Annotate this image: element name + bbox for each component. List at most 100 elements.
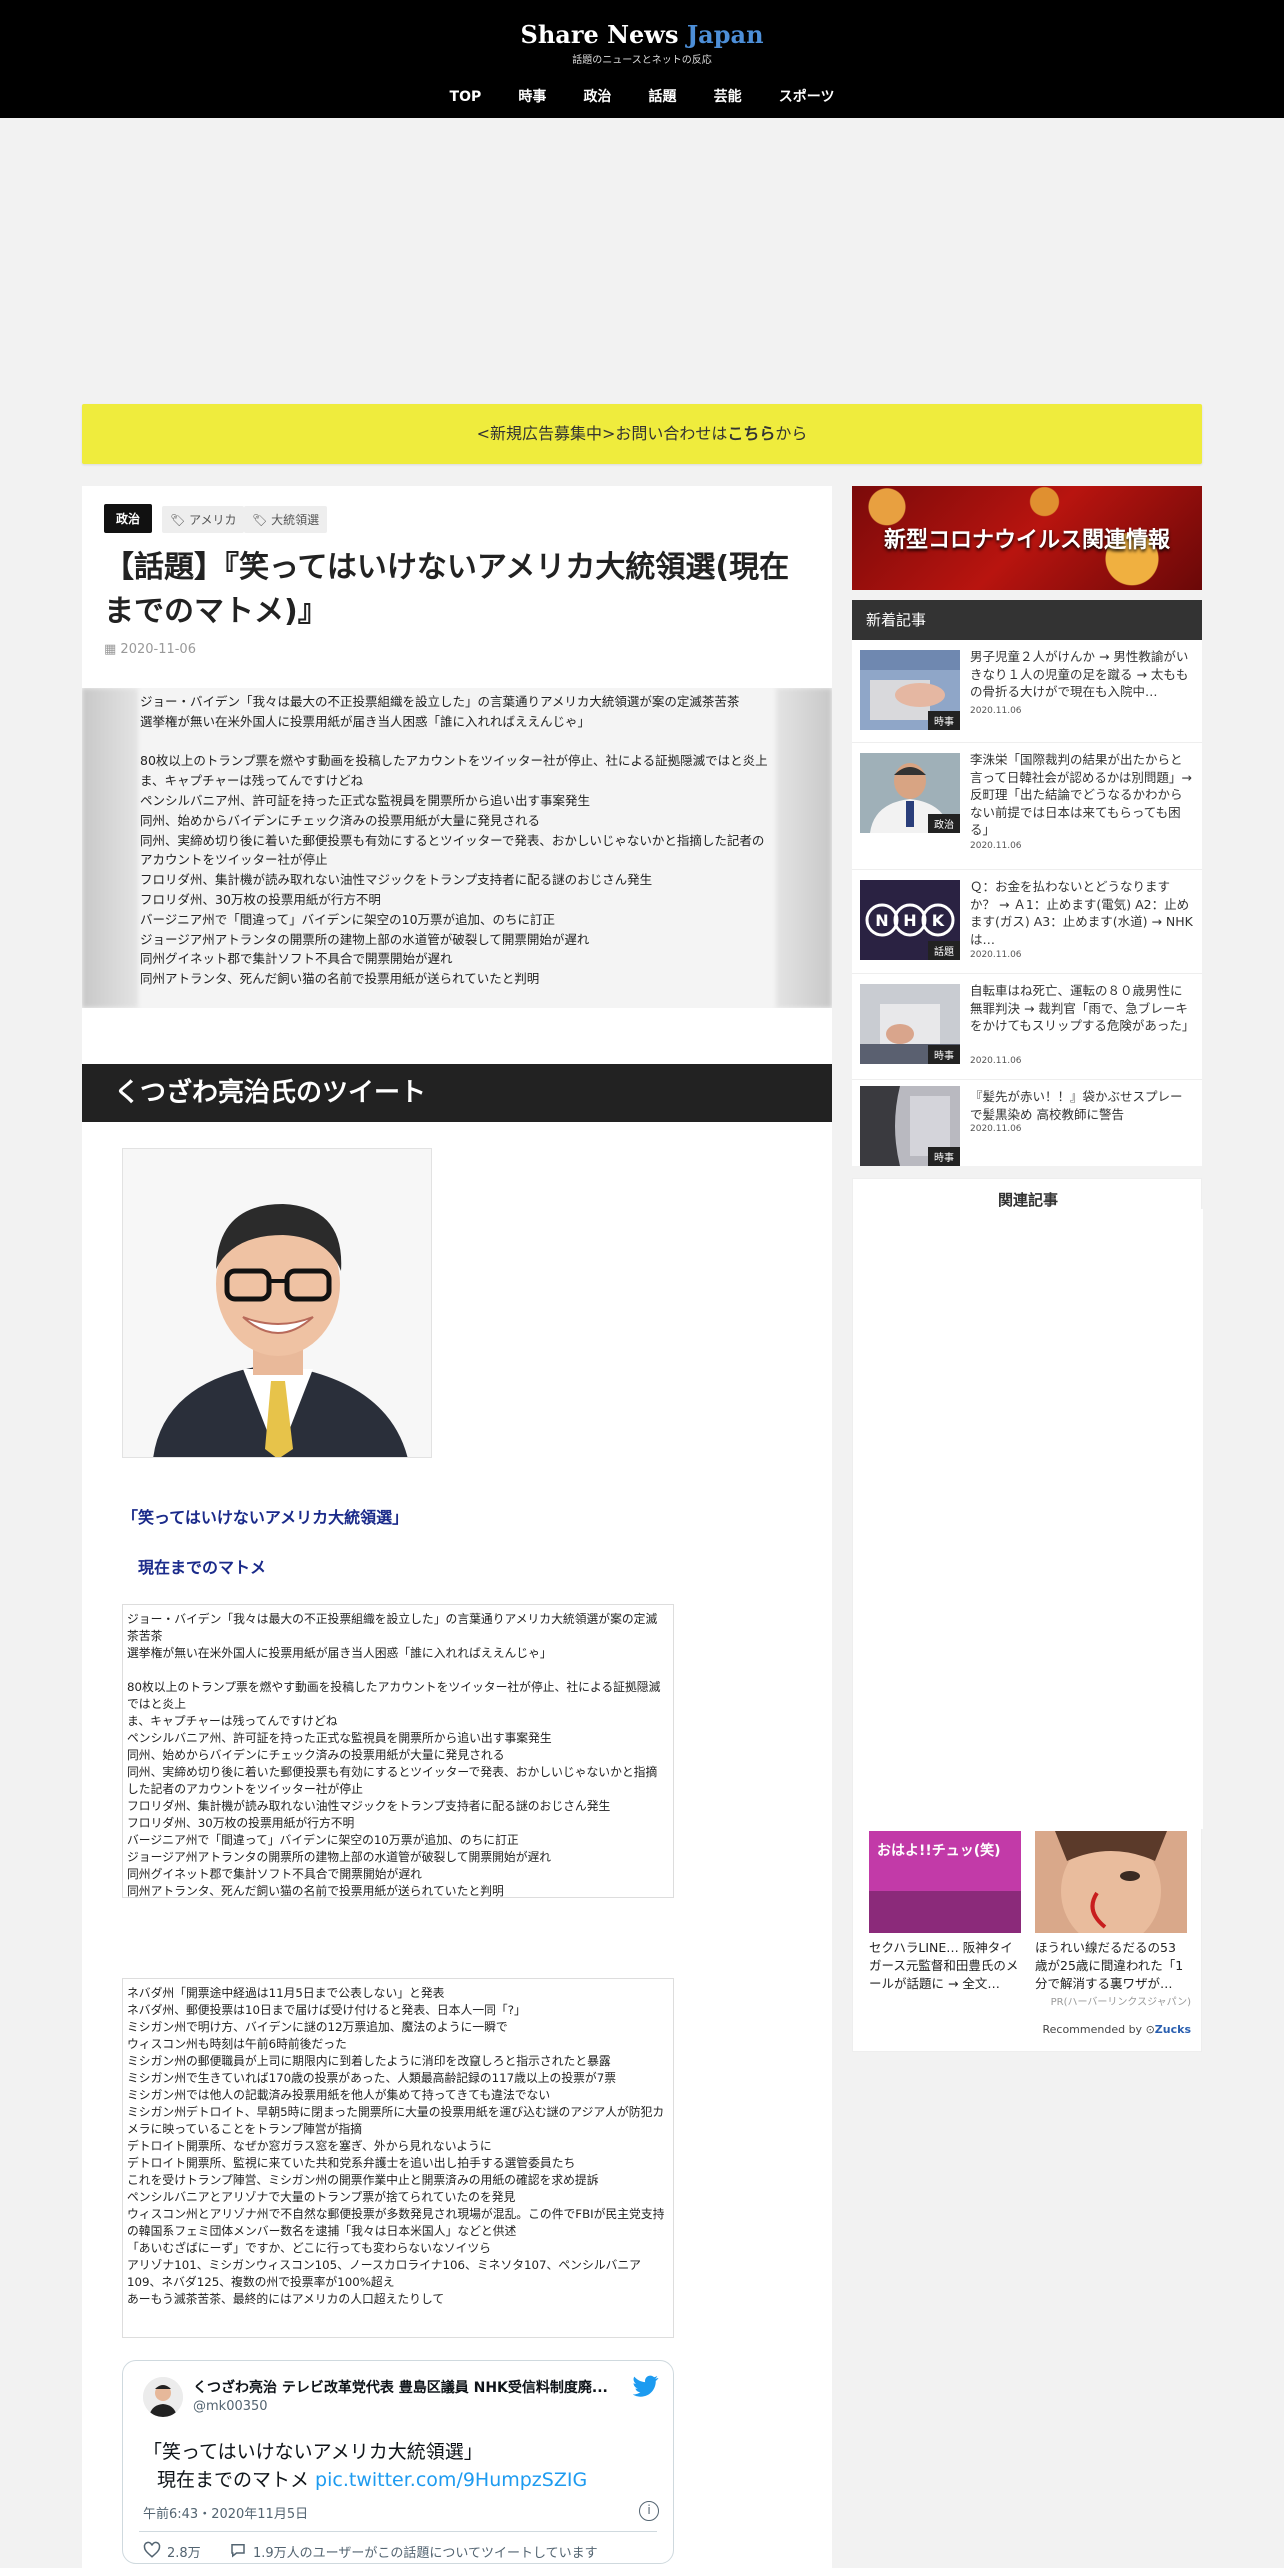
heart-icon[interactable] (143, 2541, 161, 2559)
quote-subtitle: 現在までのマトメ (138, 1558, 267, 1577)
zucks-icon: ⊙ (1145, 2023, 1155, 2036)
tweet-author-name[interactable]: くつざわ亮治 テレビ改革党代表 豊島区議員 NHK受信料制度廃... (193, 2377, 633, 2397)
news-title[interactable]: 『髪先が赤い！！』袋かぶせスプレーで髪黒染め 高校教師に警告 (970, 1088, 1194, 1123)
calendar-icon: ▦ (104, 642, 121, 657)
portrait-photo (122, 1148, 432, 1458)
tag-icon: 🏷 (170, 513, 190, 527)
site-header: Share News Japan 話題のニュースとネットの反応 TOP 時事 政… (0, 0, 1284, 118)
news-category-label: 時事 (928, 711, 960, 730)
news-category-label: 政治 (928, 814, 960, 833)
tweet-conversation-count[interactable]: 1.9万人のユーザーがこの話題についてツイートしています (253, 2542, 598, 2561)
related-articles: 関連記事 おはよ!!チュッ(笑) セクハラLINE… 阪神タイガース元監督和田豊… (852, 1178, 1203, 2052)
news-thumbnail[interactable]: 時事 (860, 1086, 960, 1166)
tweet-timestamp[interactable]: 午前6:43・2020年11月5日 (143, 2503, 308, 2522)
recommended-text: Recommended by (1042, 2023, 1146, 2036)
news-thumbnail[interactable]: 時事 (860, 984, 960, 1064)
nav-politics[interactable]: 政治 (583, 86, 611, 106)
new-articles-heading: 新着記事 (852, 600, 1202, 640)
section-heading: くつざわ亮治氏のツイート (82, 1064, 832, 1122)
summary-text: ジョー・バイデン「我々は最大の不正投票組織を設立した」の言葉通りアメリカ大統領選… (140, 694, 768, 987)
list-item[interactable]: 時事 『髪先が赤い！！』袋かぶせスプレーで髪黒染め 高校教師に警告 2020.1… (852, 1080, 1202, 1166)
blurred-edge-right (776, 688, 832, 1008)
summary-box-2: ネバダ州「開票途中経過は11月5日まで公表しない」と発表 ネバダ州、郵便投票は1… (122, 1978, 674, 2338)
ad-banner-link[interactable]: こちら (727, 424, 775, 443)
logo-title: Share News Japan (0, 20, 1284, 49)
related-card-text[interactable]: ほうれい線だるだるの53歳が25歳に間違われた「1分で解消する裏ワザが… (1035, 1939, 1187, 1993)
tweet-author-handle[interactable]: @mk00350 (193, 2399, 268, 2414)
corona-info-banner[interactable]: 新型コロナウイルス関連情報 (852, 486, 1202, 590)
news-title[interactable]: 男子児童２人がけんか → 男性教諭がいきなり１人の児童の足を蹴る → 太ももの骨… (970, 648, 1194, 701)
logo-main-text: Share News (520, 20, 687, 49)
tag-icon: 🏷 (252, 513, 272, 527)
logo-accent-text: Japan (686, 20, 764, 49)
news-date: 2020.11.06 (970, 706, 1022, 716)
new-articles-list: 時事 男子児童２人がけんか → 男性教諭がいきなり１人の児童の足を蹴る → 太も… (852, 640, 1202, 1166)
embedded-tweet[interactable]: くつざわ亮治 テレビ改革党代表 豊島区議員 NHK受信料制度廃... @mk00… (122, 2360, 674, 2564)
tag-label: アメリカ (189, 513, 237, 527)
main-nav: TOP 時事 政治 話題 芸能 スポーツ (0, 86, 1284, 106)
related-title: 関連記事 (997, 1191, 1058, 1209)
ad-banner[interactable]: <新規広告募集中>お問い合わせはこちらから (82, 404, 1202, 464)
svg-text:N: N (875, 911, 888, 930)
recommended-brand: Zucks (1154, 2023, 1191, 2036)
tag-america[interactable]: 🏷 アメリカ (162, 506, 245, 533)
tag-election[interactable]: 🏷 大統領選 (244, 506, 328, 533)
nav-topics[interactable]: 話題 (649, 86, 677, 106)
news-thumbnail[interactable]: 政治 (860, 753, 960, 833)
related-card-image-text: おはよ!!チュッ(笑) (877, 1842, 1001, 1859)
ad-banner-suffix: から (775, 424, 808, 443)
news-thumbnail[interactable]: NHK 話題 (860, 880, 960, 960)
related-card-image[interactable]: おはよ!!チュッ(笑) (869, 1831, 1021, 1933)
news-category-label: 時事 (928, 1045, 960, 1064)
tweet-text-line1: 「笑ってはいけないアメリカ大統領選」 (143, 2441, 483, 2463)
related-card-image[interactable] (1035, 1831, 1187, 1933)
list-item[interactable]: 時事 男子児童２人がけんか → 男性教諭がいきなり１人の児童の足を蹴る → 太も… (852, 640, 1202, 743)
tweet-text-line2: 現在までのマトメ pic.twitter.com/9HumpzSZIG (157, 2465, 587, 2492)
nav-current-events[interactable]: 時事 (518, 86, 546, 106)
logo-tagline: 話題のニュースとネットの反応 (572, 55, 712, 66)
related-ad-area (853, 1209, 1203, 1829)
tag-label: 大統領選 (271, 513, 320, 527)
related-card-text[interactable]: セクハラLINE… 阪神タイガース元監督和田豊氏のメールが話題に → 全文… (869, 1939, 1021, 1993)
tweet-avatar[interactable] (143, 2377, 183, 2417)
recommended-by[interactable]: Recommended by ⊙Zucks (1042, 2023, 1191, 2036)
summary-box-1: ジョー・バイデン「我々は最大の不正投票組織を設立した」の言葉通りアメリカ大統領選… (122, 1604, 674, 1898)
news-date: 2020.11.06 (970, 841, 1022, 851)
news-title[interactable]: 自転車はね死亡、運転の８０歳男性に無罪判決 → 裁判官「雨で、急ブレーキをかけて… (970, 982, 1194, 1035)
news-category-label: 話題 (928, 941, 960, 960)
article-date: ▦ 2020-11-06 (104, 642, 196, 657)
article-date-text: 2020-11-06 (120, 642, 196, 657)
blurred-edge-left (82, 688, 138, 1008)
news-date: 2020.11.06 (970, 1124, 1022, 1134)
news-thumbnail[interactable]: 時事 (860, 650, 960, 730)
news-title[interactable]: Ｑ：お金を払わないとどうなりますか？ → Ａ1：止めます(電気) A2：止めます… (970, 878, 1194, 948)
article-title: 【話題】『笑ってはいけないアメリカ大統領選(現在までのマトメ)』 (104, 550, 790, 629)
quote-title: 「笑ってはいけないアメリカ大統領選」 (122, 1508, 409, 1527)
ad-banner-prefix: <新規広告募集中>お問い合わせは (476, 424, 728, 443)
nav-entertainment[interactable]: 芸能 (714, 86, 742, 106)
news-title[interactable]: 李洙栄「国際裁判の結果が出たからと言って日韓社会が認めるかは別問題」→ 反町理「… (970, 751, 1194, 839)
nav-top[interactable]: TOP (450, 89, 482, 105)
summary-image: ジョー・バイデン「我々は最大の不正投票組織を設立した」の言葉通りアメリカ大統領選… (82, 688, 832, 1008)
corona-banner-text: 新型コロナウイルス関連情報 (883, 527, 1170, 553)
tweet-like-count[interactable]: 2.8万 (167, 2542, 201, 2561)
site-logo[interactable]: Share News Japan 話題のニュースとネットの反応 (0, 20, 1284, 66)
tweet-text: 現在までのマトメ (157, 2469, 316, 2491)
sponsor-label[interactable]: PR(ハーバーリンクスジャパン) (1051, 1993, 1191, 2008)
news-category-label: 時事 (928, 1147, 960, 1166)
news-date: 2020.11.06 (970, 950, 1022, 960)
info-icon[interactable]: i (639, 2501, 659, 2521)
svg-text:K: K (932, 911, 945, 930)
category-badge[interactable]: 政治 (104, 504, 153, 533)
news-date: 2020.11.06 (970, 1056, 1022, 1066)
svg-text:H: H (903, 911, 916, 930)
twitter-bird-icon[interactable] (633, 2373, 659, 2399)
list-item[interactable]: 時事 自転車はね死亡、運転の８０歳男性に無罪判決 → 裁判官「雨で、急ブレーキを… (852, 974, 1202, 1080)
tweet-divider (139, 2531, 657, 2532)
list-item[interactable]: NHK 話題 Ｑ：お金を払わないとどうなりますか？ → Ａ1：止めます(電気) … (852, 870, 1202, 974)
list-item[interactable]: 政治 李洙栄「国際裁判の結果が出たからと言って日韓社会が認めるかは別問題」→ 反… (852, 743, 1202, 870)
ad-space (0, 118, 1284, 400)
reply-bubble-icon[interactable] (229, 2541, 247, 2559)
nav-sports[interactable]: スポーツ (779, 86, 835, 106)
tweet-image-link[interactable]: pic.twitter.com/9HumpzSZIG (315, 2469, 587, 2491)
